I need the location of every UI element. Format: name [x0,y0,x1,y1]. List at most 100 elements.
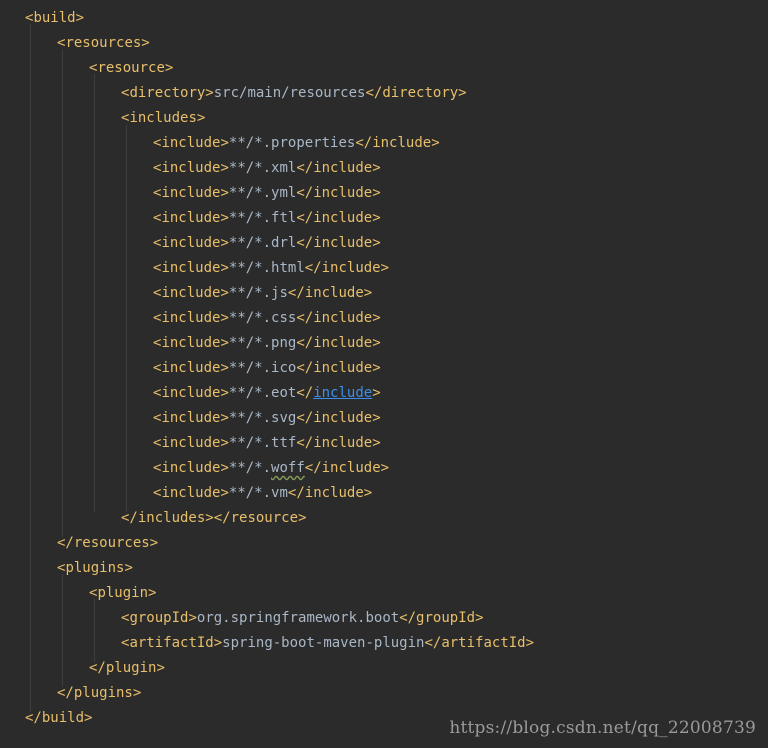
indent-guide [94,74,95,512]
tag-name: groupId [129,610,189,626]
tag-open-bracket: </ [399,610,417,626]
code-line: </plugin> [89,656,165,681]
tag-name: plugin [97,585,149,601]
tag-close-bracket: > [164,60,174,76]
tag-open-bracket: </ [287,285,305,301]
tag-name[interactable]: include [313,385,372,401]
tag-close-bracket: > [363,285,373,301]
tag-close-bracket: > [372,410,381,426]
tag-close-bracket: > [380,460,390,476]
tag-close-bracket: > [372,235,381,251]
tag-open-bracket: </ [57,535,74,551]
tag-name: include [161,235,221,251]
tag-close-bracket: > [148,585,157,601]
tag-name: include [161,310,221,326]
tag-close-bracket: > [220,360,229,376]
tag-close-bracket: > [220,460,229,476]
tag-name: build [41,710,85,726]
tag-name: include [161,260,221,276]
tag-close-bracket: > [220,210,229,226]
code-line: <include>**/*.js</include> [153,281,372,306]
code-line: <directory>src/main/resources</directory… [121,81,467,106]
tag-open-bracket: </ [213,510,231,526]
code-line: <include>**/*.vm</include> [153,481,372,506]
code-line: <include>**/*.ftl</include> [153,206,381,231]
tag-close-bracket: > [220,310,229,326]
tag-name: resource [230,510,299,526]
element-text: **/*.css [228,310,297,326]
tag-name: include [313,360,373,376]
tag-name: include [313,160,373,176]
element-text: **/*.png [228,335,297,351]
tag-name: include [161,460,221,476]
code-line: <include>**/*.ttf</include> [153,431,381,456]
element-text: org.springframework.boot [196,610,400,626]
tag-open-bracket: </ [296,385,314,401]
element-text: **/*.svg [228,410,297,426]
tag-close-bracket: > [458,85,467,101]
tag-name: include [161,335,221,351]
tag-name: includes [129,110,197,126]
tag-name: groupId [416,610,476,626]
tag-close-bracket: > [525,635,535,651]
tag-name: include [161,385,221,401]
code-editor[interactable]: <build> <resources> <resource> <directory>s… [0,0,768,748]
tag-name: include [321,460,381,476]
tag-name: directory [382,85,459,101]
code-line: <include>**/*.xml</include> [153,156,381,181]
tag-name: include [313,335,373,351]
code-line: <include>**/*.yml</include> [153,181,381,206]
element-text: **/*.js [228,285,288,301]
tag-open-bracket: </ [296,185,314,201]
element-text: **/*.ico [228,360,297,376]
element-text: **/*.drl [228,235,297,251]
code-line: </build> [25,706,92,731]
tag-name: include [313,235,373,251]
tag-close-bracket: > [220,185,229,201]
tag-name: include [313,435,373,451]
tag-name: include [313,410,373,426]
indent-guide [62,49,63,537]
tag-name: plugin [105,660,157,676]
code-line: <include>**/*.drl</include> [153,231,381,256]
element-text: src/main/resources [213,85,366,101]
tag-name: plugins [65,560,125,576]
tag-name: artifactId [441,635,526,651]
tag-open-bracket: </ [296,210,314,226]
tag-close-bracket: > [220,335,229,351]
code-line: <includes> [121,106,205,131]
tag-open-bracket: </ [25,710,42,726]
tag-open-bracket: </ [121,510,138,526]
tag-close-bracket: > [372,360,381,376]
element-text: **/*.vm [228,485,288,501]
element-text: **/*. [228,460,272,476]
tag-close-bracket: > [156,660,165,676]
element-text: **/*.ftl [228,210,297,226]
tag-close-bracket: > [220,385,229,401]
tag-open-bracket: </ [89,660,106,676]
indent-guide [62,574,63,687]
tag-name: include [161,160,221,176]
element-text: **/*.properties [228,135,356,151]
tag-name: include [161,410,221,426]
tag-name: include [313,310,373,326]
code-line: <resources> [57,31,150,56]
tag-close-bracket: > [220,135,229,151]
tag-close-bracket: > [75,10,85,26]
tag-close-bracket: > [372,385,381,401]
tag-close-bracket: > [220,235,229,251]
code-line: <plugin> [89,581,156,606]
tag-close-bracket: > [220,435,229,451]
code-line: <include>**/*.woff</include> [153,456,389,481]
code-line: <include>**/*.eot</include> [153,381,381,406]
element-text: spring-boot-maven-plugin [222,635,425,651]
element-text: **/*.xml [228,160,297,176]
tag-name: include [304,485,364,501]
tag-close-bracket: > [372,210,381,226]
tag-close-bracket: > [372,335,381,351]
tag-name: include [161,210,221,226]
element-text: **/*.html [228,260,305,276]
tag-open-bracket: </ [365,85,383,101]
watermark: https://blog.csdn.net/qq_22008739 [449,718,756,738]
indent-guide [94,599,95,662]
